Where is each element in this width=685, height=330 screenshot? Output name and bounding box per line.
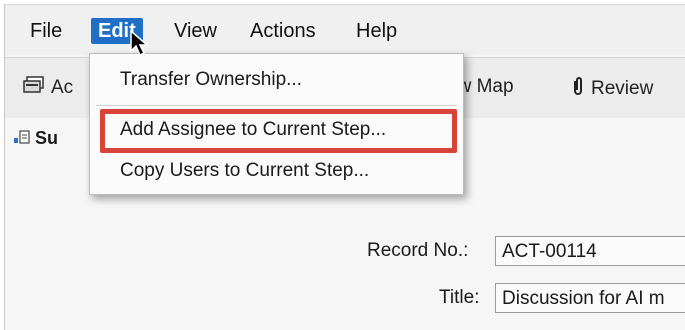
toolbar-review-label: Review xyxy=(591,78,654,100)
annotation-highlight-box xyxy=(100,109,457,153)
toolbar-action-label: Ac xyxy=(51,77,74,99)
menu-item-transfer-ownership[interactable]: Transfer Ownership... xyxy=(90,62,463,98)
record-no-label: Record No.: xyxy=(367,240,469,261)
edit-menu-dropdown: Transfer Ownership... Add Assignee to Cu… xyxy=(89,53,464,195)
mouse-pointer-icon xyxy=(129,29,151,62)
application-window: File Edit View Actions Help Ac ew Map Re… xyxy=(4,4,685,330)
record-no-field[interactable]: ACT-00114 xyxy=(495,236,685,266)
menu-item-copy-users[interactable]: Copy Users to Current Step... xyxy=(90,153,463,189)
paperclip-icon xyxy=(571,76,585,102)
record-tab-label: Su xyxy=(35,128,59,148)
menu-file[interactable]: File xyxy=(23,18,69,44)
toolbar-action-button[interactable]: Ac xyxy=(23,76,73,100)
tab-document-icon xyxy=(13,129,31,150)
menu-help[interactable]: Help xyxy=(349,18,404,44)
toolbar-review-button[interactable]: Review xyxy=(571,76,653,102)
title-label: Title: xyxy=(439,287,480,308)
menu-actions[interactable]: Actions xyxy=(243,18,323,44)
record-tab[interactable]: Su xyxy=(13,128,58,150)
menu-bar: File Edit View Actions Help xyxy=(5,5,685,55)
menu-view[interactable]: View xyxy=(167,18,224,44)
menu-separator xyxy=(96,105,457,106)
toolbar-action-icon xyxy=(23,76,45,100)
title-field[interactable]: Discussion for AI m xyxy=(495,283,685,313)
